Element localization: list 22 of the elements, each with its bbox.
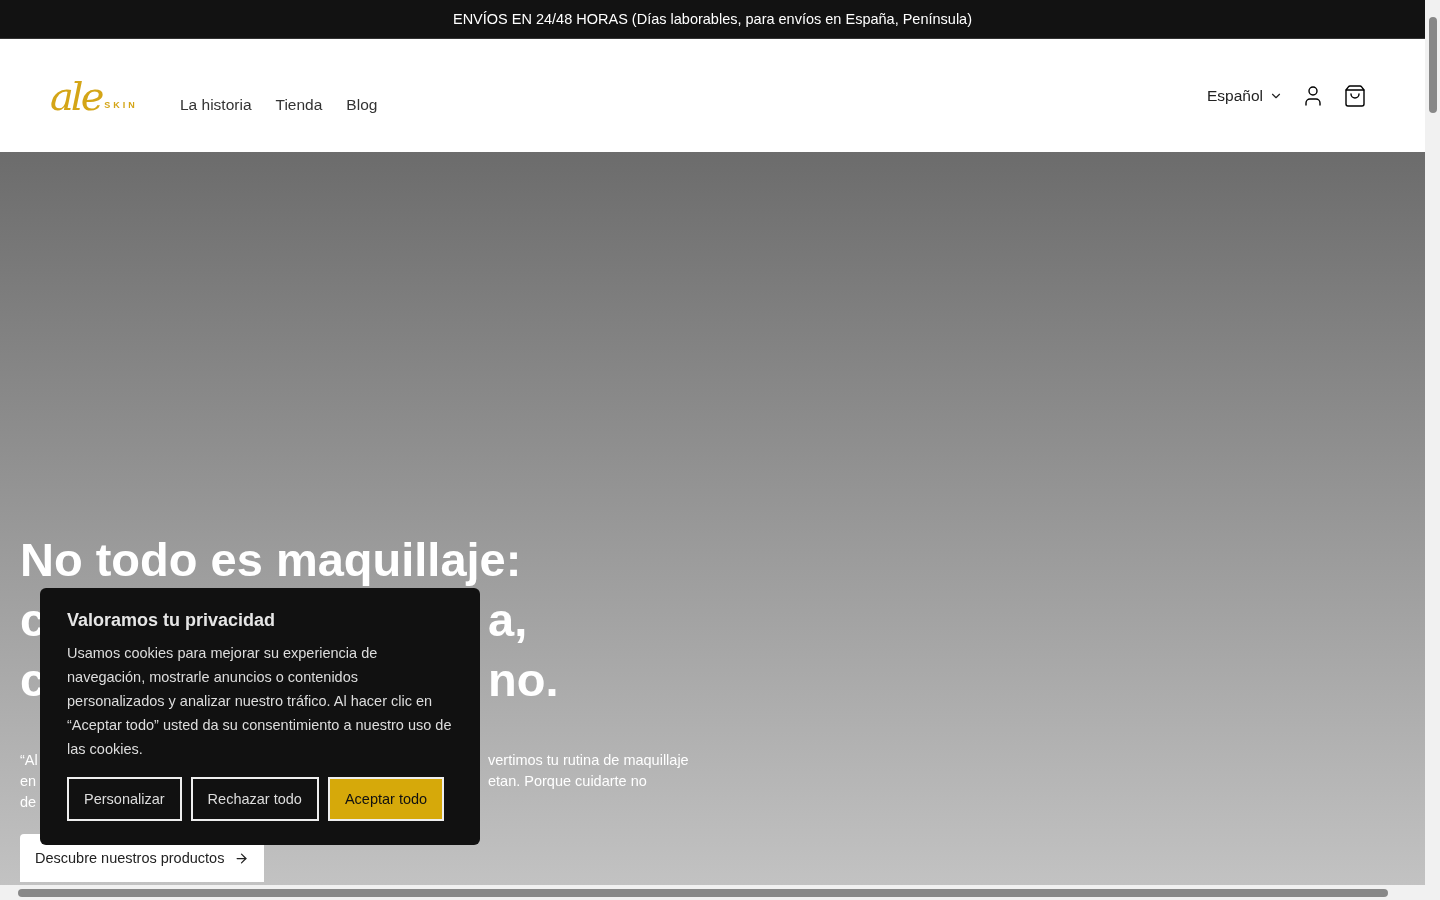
arrow-right-icon [234,850,250,866]
horizontal-scrollbar[interactable] [0,885,1425,900]
dialog-text: Usamos cookies para mejorar su experiencia de navegación, mostrarle anuncios o contenidos personalizados y analizar nuestro tráfico. Al hacer clic en “Aceptar todo” usted da su consentimiento a nuestro uso de las cookies. [67,644,453,759]
hero-heading: a, [488,591,528,648]
hero-text: etan. Porque cuidarte no [488,772,647,789]
nav-link[interactable]: Tienda [275,95,323,114]
hero-text: vertimos tu rutina de maquillaje [488,751,689,768]
vertical-scrollbar[interactable] [1425,0,1440,900]
hero-text: “Al [20,751,38,768]
cookie-button[interactable]: Aceptar todo [327,777,445,821]
hero-heading: No todo es maquillaje: [20,531,522,588]
cookie-button[interactable]: Rechazar todo [190,777,319,821]
hero-text: en [20,772,37,789]
announcement-bar: ENVÍOS EN 24/48 HORAS (Días laborables, para envíos en España, Península) [0,0,1425,38]
hero-heading: no. [488,651,559,708]
bag-icon[interactable] [1343,83,1367,108]
hero-text: de [20,793,37,810]
dialog-title: Valoramos tu privacidad [67,610,277,631]
nav-link[interactable]: La historia [180,95,252,114]
language-selector[interactable]: Español [1207,86,1283,105]
cookie-button[interactable]: Personalizar [67,777,182,821]
nav-link[interactable]: Blog [346,95,378,114]
